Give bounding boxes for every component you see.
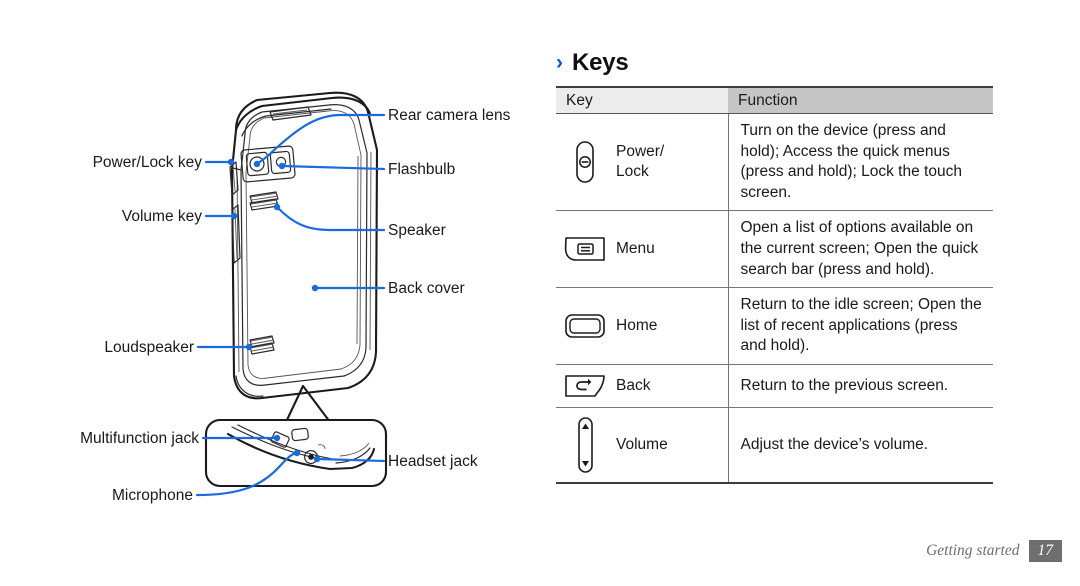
column-header-key: Key: [556, 86, 728, 114]
table-header-row: Key Function: [556, 86, 993, 114]
phone-back-body: [229, 91, 379, 400]
page-title-text: Keys: [572, 49, 629, 76]
diagram-label-multifunction-jack: Multifunction jack: [80, 430, 199, 447]
key-function-cell: Open a list of options available on the …: [727, 210, 993, 288]
key-icon-cell: [556, 364, 614, 408]
key-function-cell: Return to the previous screen.: [727, 364, 993, 408]
volume-key-icon: [578, 417, 593, 473]
diagram-label-flashbulb: Flashbulb: [388, 161, 456, 178]
key-name-line: Lock: [616, 163, 649, 181]
key-name-cell: Home: [614, 287, 728, 365]
key-function-cell: Turn on the device (press and hold); Acc…: [727, 112, 993, 211]
home-key-icon: [565, 314, 605, 338]
diagram-label-power-lock-key: Power/Lock key: [92, 154, 202, 171]
menu-key-icon: [564, 237, 605, 262]
key-name-line: Power/: [616, 142, 665, 160]
table-row: Power/ Lock Turn on the device (press an…: [556, 112, 993, 211]
key-function-cell: Return to the idle screen; Open the list…: [727, 287, 993, 365]
keys-table: Key Function Power/ Lock Turn on the dev…: [556, 86, 993, 485]
key-name-cell: Power/ Lock: [614, 112, 728, 211]
leader-power-lock-key: [204, 158, 235, 166]
diagram-label-volume-key: Volume key: [121, 208, 202, 225]
page-footer: Getting started 17: [926, 539, 1062, 562]
diagram-label-speaker: Speaker: [388, 222, 446, 239]
table-row: Home Return to the idle screen; Open the…: [556, 287, 993, 365]
key-icon-cell: [556, 112, 614, 211]
footer-section-label: Getting started: [926, 542, 1020, 559]
diagram-label-back-cover: Back cover: [388, 280, 465, 297]
keys-section: › Keys Key Function Power/ Lock Turn on …: [556, 0, 1016, 586]
key-name-cell: Volume: [614, 407, 728, 485]
key-icon-cell: [556, 210, 614, 288]
key-name-cell: Back: [614, 364, 728, 408]
device-diagram-panel: .ol { fill:none; stroke:#1b1b1b; stroke-…: [0, 0, 540, 586]
table-row: Menu Open a list of options available on…: [556, 210, 993, 288]
key-name-cell: Menu: [614, 210, 728, 288]
table-row: Back Return to the previous screen.: [556, 364, 993, 408]
page-title: › Keys: [556, 48, 629, 78]
diagram-label-loudspeaker: Loudspeaker: [104, 339, 194, 356]
key-function-cell: Adjust the device’s volume.: [727, 407, 993, 485]
back-key-icon: [565, 375, 605, 397]
key-icon-cell: [556, 287, 614, 365]
footer-page-number: 17: [1028, 539, 1062, 562]
diagram-label-headset-jack: Headset jack: [388, 453, 478, 470]
chevron-right-icon: ›: [556, 50, 563, 74]
leader-volume-key: [204, 212, 238, 220]
diagram-label-rear-camera-lens: Rear camera lens: [388, 107, 511, 124]
key-icon-cell: [556, 407, 614, 485]
diagram-label-microphone: Microphone: [112, 487, 193, 504]
power-lock-key-icon: [576, 141, 594, 184]
table-row: Volume Adjust the device’s volume.: [556, 407, 993, 485]
column-header-function: Function: [728, 86, 993, 114]
